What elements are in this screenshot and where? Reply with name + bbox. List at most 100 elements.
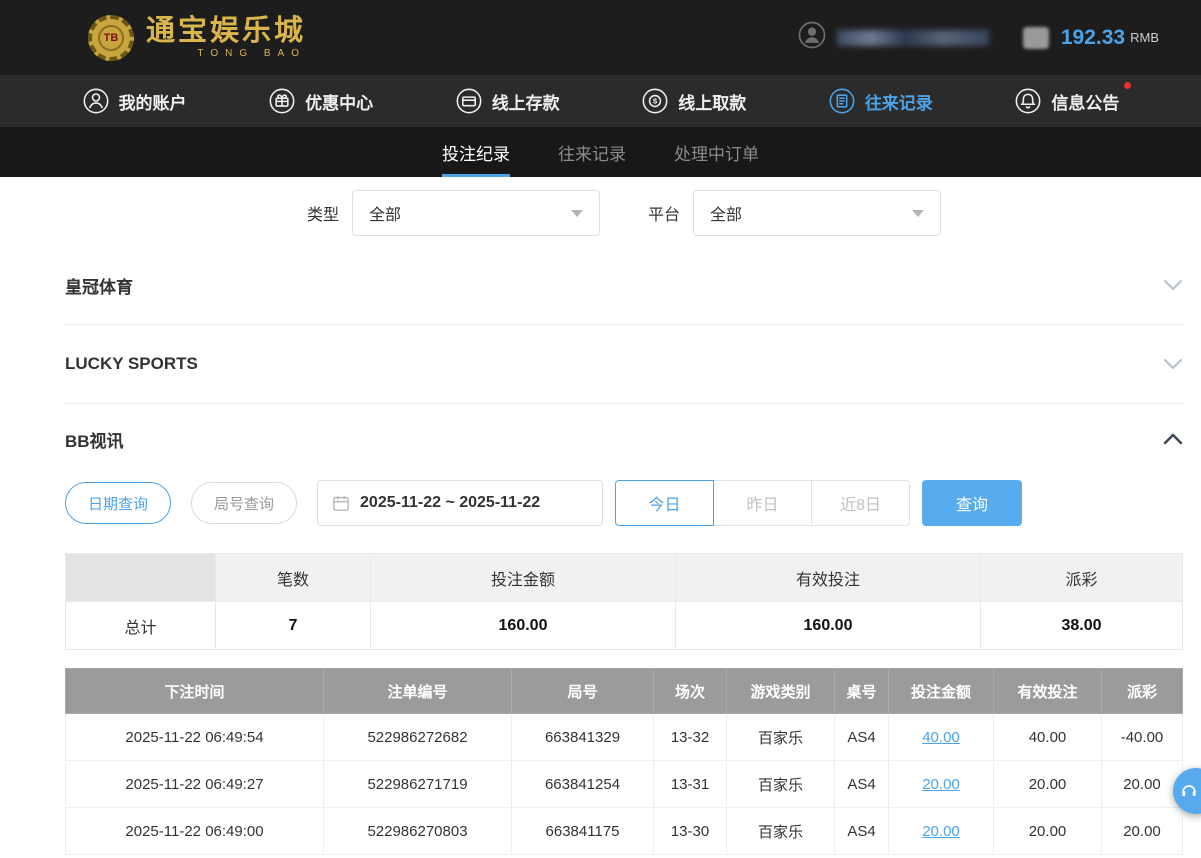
nav-item-my-account[interactable]: 我的账户 [82,87,187,115]
table-row: 2025-11-22 06:49:54 522986272682 6638413… [66,714,1183,761]
round-query-button[interactable]: 局号查询 [191,482,297,524]
header-round: 局号 [512,669,654,714]
site-logo[interactable]: TB 通宝娱乐城 TONG BAO [88,15,306,61]
tab-transaction-records[interactable]: 往来记录 [558,127,626,177]
summary-header-valid-bet: 有效投注 [676,554,981,602]
chevron-down-icon [1163,279,1183,291]
username-masked [837,30,989,46]
header-table-no: 桌号 [835,669,889,714]
bell-icon [1014,87,1042,115]
nav-label: 线上取款 [678,89,746,114]
nav-label: 线上存款 [492,89,560,114]
payout-cell: 20.00 [1102,808,1183,855]
round-cell: 663841254 [512,761,654,808]
section-bb-video[interactable]: BB视讯 [65,404,1183,474]
date-range-input[interactable]: 2025-11-22 ~ 2025-11-22 [317,480,603,526]
balance-currency: RMB [1130,30,1159,45]
payout-cell: -40.00 [1102,714,1183,761]
chevron-down-icon [912,210,924,217]
summary-bet-amount-value: 160.00 [371,602,676,650]
summary-header-count: 笔数 [216,554,371,602]
section-crown-sports[interactable]: 皇冠体育 [65,246,1183,325]
session-cell: 13-32 [654,714,727,761]
table-row: 2025-11-22 06:49:27 522986271719 6638412… [66,761,1183,808]
session-cell: 13-31 [654,761,727,808]
headset-icon [1179,781,1199,801]
top-header: TB 通宝娱乐城 TONG BAO 192.33 RMB [0,0,1201,75]
valid-bet-cell: 20.00 [994,761,1102,808]
summary-header-payout: 派彩 [981,554,1183,602]
header-bet-amount: 投注金额 [889,669,994,714]
withdraw-icon: $ [641,87,669,115]
bet-id-cell: 522986271719 [324,761,512,808]
table-row: 2025-11-22 06:49:00 522986270803 6638411… [66,808,1183,855]
bet-time-cell: 2025-11-22 06:49:27 [66,761,324,808]
type-select[interactable]: 全部 [352,190,600,236]
nav-label: 信息公告 [1051,89,1119,114]
user-icon [82,87,110,115]
bet-detail-table: 下注时间 注单编号 局号 场次 游戏类别 桌号 投注金额 有效投注 派彩 202… [65,668,1183,855]
table-no-cell: AS4 [835,808,889,855]
section-lucky-sports[interactable]: LUCKY SPORTS [65,325,1183,404]
detail-header-row: 下注时间 注单编号 局号 场次 游戏类别 桌号 投注金额 有效投注 派彩 [66,669,1183,714]
chevron-up-icon [1163,433,1183,445]
summary-header-row: 笔数 投注金额 有效投注 派彩 [66,554,1183,602]
header-bet-time: 下注时间 [66,669,324,714]
game-type-cell: 百家乐 [727,714,835,761]
date-query-button[interactable]: 日期查询 [65,482,171,524]
platform-filter-label: 平台 [648,201,680,225]
today-button[interactable]: 今日 [615,480,714,526]
type-select-value: 全部 [369,201,401,225]
gift-icon [268,87,296,115]
round-cell: 663841175 [512,808,654,855]
bet-amount-link[interactable]: 40.00 [922,729,960,746]
query-bar: 日期查询 局号查询 2025-11-22 ~ 2025-11-22 今日 昨日 … [65,480,1183,526]
bet-amount-cell: 40.00 [889,714,994,761]
type-filter-label: 类型 [307,201,339,225]
logo-chip-tb: TB [98,25,124,51]
deposit-icon [455,87,483,115]
balance-amount: 192.33 [1061,26,1125,50]
main-content: 类型 全部 平台 全部 皇冠体育 LUCKY SPORTS BB视讯 [0,177,1201,855]
header-game-type: 游戏类别 [727,669,835,714]
nav-item-promotions[interactable]: 优惠中心 [268,87,373,115]
header-valid-bet: 有效投注 [994,669,1102,714]
game-type-cell: 百家乐 [727,761,835,808]
logo-title: 通宝娱乐城 [146,16,306,46]
tab-bet-records[interactable]: 投注纪录 [442,127,510,177]
nav-item-records[interactable]: 往来记录 [828,87,933,115]
nav-item-announcements[interactable]: 信息公告 [1014,87,1119,115]
summary-count-value: 7 [216,602,371,650]
summary-header-bet-amount: 投注金额 [371,554,676,602]
nav-item-deposit[interactable]: 线上存款 [455,87,560,115]
header-payout: 派彩 [1102,669,1183,714]
header-bet-id: 注单编号 [324,669,512,714]
valid-bet-cell: 40.00 [994,714,1102,761]
nav-item-withdraw[interactable]: $ 线上取款 [641,87,746,115]
bet-id-cell: 522986270803 [324,808,512,855]
summary-table: 笔数 投注金额 有效投注 派彩 总计 7 160.00 160.00 38.00 [65,553,1183,650]
session-cell: 13-30 [654,808,727,855]
header-session: 场次 [654,669,727,714]
bet-amount-cell: 20.00 [889,808,994,855]
bet-time-cell: 2025-11-22 06:49:00 [66,808,324,855]
bet-amount-link[interactable]: 20.00 [922,823,960,840]
yesterday-button[interactable]: 昨日 [713,480,812,526]
table-no-cell: AS4 [835,761,889,808]
avatar[interactable] [797,20,827,55]
bet-amount-cell: 20.00 [889,761,994,808]
wallet-icon[interactable] [1023,27,1049,49]
bet-amount-link[interactable]: 20.00 [922,776,960,793]
last-8-days-button[interactable]: 近8日 [811,480,910,526]
sub-nav: 投注纪录 往来记录 处理中订单 [0,127,1201,177]
nav-label: 往来记录 [865,89,933,114]
records-icon [828,87,856,115]
summary-total-label: 总计 [66,602,216,650]
tab-processing-orders[interactable]: 处理中订单 [674,127,759,177]
platform-select[interactable]: 全部 [693,190,941,236]
chevron-down-icon [571,210,583,217]
nav-label: 我的账户 [119,89,187,114]
table-no-cell: AS4 [835,714,889,761]
valid-bet-cell: 20.00 [994,808,1102,855]
search-button[interactable]: 查询 [922,480,1022,526]
